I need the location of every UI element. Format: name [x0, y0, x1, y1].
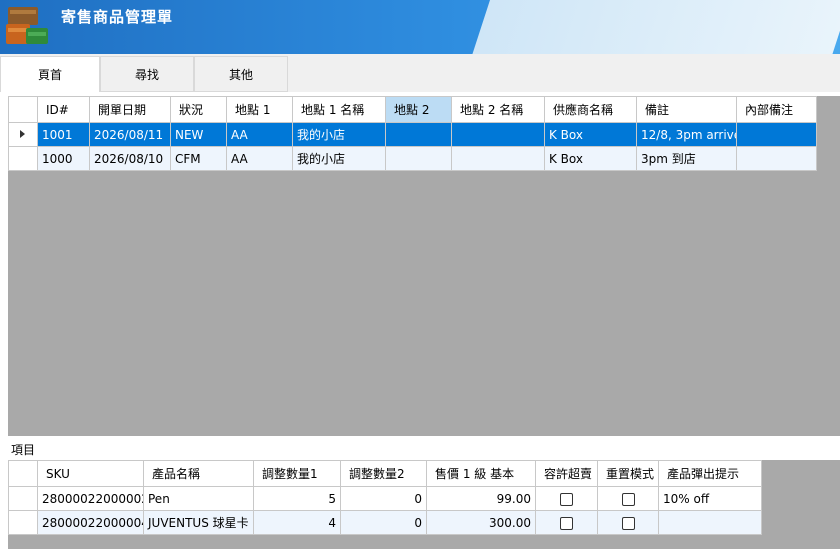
cell-date[interactable]: 2026/08/10	[89, 146, 171, 171]
cell-product-name[interactable]: JUVENTUS 球星卡	[143, 510, 254, 535]
cell-internal-note[interactable]	[736, 146, 817, 171]
column-header[interactable]: 開單日期	[89, 96, 171, 123]
cell-note[interactable]: 12/8, 3pm arrive	[636, 122, 737, 147]
row-header[interactable]	[8, 486, 38, 511]
column-header[interactable]: 地點 2 名稱	[451, 96, 545, 123]
cell-loc1[interactable]: AA	[226, 122, 293, 147]
cell-sku[interactable]: 28000022000004	[37, 510, 144, 535]
cell-date[interactable]: 2026/08/11	[89, 122, 171, 147]
items-grid[interactable]: SKU 產品名稱 調整數量1 調整數量2 售價 1 級 基本 容許超賣 重置模式…	[8, 460, 840, 549]
cell-popup-hint[interactable]	[658, 510, 762, 535]
cell-loc2[interactable]	[385, 122, 452, 147]
cell-sku[interactable]: 28000022000002	[37, 486, 144, 511]
column-header[interactable]: 供應商名稱	[544, 96, 637, 123]
app-icon	[6, 7, 48, 44]
cell-product-name[interactable]: Pen	[143, 486, 254, 511]
cell-qty2[interactable]: 0	[340, 510, 427, 535]
cell-loc2-name[interactable]	[451, 122, 545, 147]
cell-allow-oversell[interactable]	[535, 510, 598, 535]
cell-note[interactable]: 3pm 到店	[636, 146, 737, 171]
column-header[interactable]: 重置模式	[597, 460, 659, 487]
tab-other[interactable]: 其他	[194, 56, 288, 92]
app-title: 寄售商品管理單	[61, 8, 174, 26]
title-bar-decoration	[472, 0, 840, 54]
cell-status[interactable]: CFM	[170, 146, 227, 171]
reset-mode-checkbox[interactable]	[621, 492, 635, 506]
table-row[interactable]: 28000022000004 JUVENTUS 球星卡 4 0 300.00	[8, 510, 762, 535]
row-header-corner	[8, 96, 38, 123]
header-grid-columns: ID# 開單日期 狀況 地點 1 地點 1 名稱 地點 2 地點 2 名稱 供應…	[8, 96, 817, 123]
items-section-label: 項目	[11, 443, 36, 457]
column-header[interactable]: 調整數量1	[253, 460, 341, 487]
cell-supplier[interactable]: K Box	[544, 146, 637, 171]
allow-oversell-checkbox[interactable]	[560, 492, 573, 506]
row-header[interactable]	[8, 146, 38, 171]
cell-allow-oversell[interactable]	[535, 486, 598, 511]
column-header[interactable]: 內部備注	[736, 96, 817, 123]
cell-qty1[interactable]: 4	[253, 510, 341, 535]
row-pointer-icon	[20, 129, 25, 138]
cell-internal-note[interactable]	[736, 122, 817, 147]
table-row[interactable]: 1001 2026/08/11 NEW AA 我的小店 K Box 12/8, …	[8, 122, 817, 147]
cell-reset-mode[interactable]	[597, 486, 659, 511]
column-header[interactable]: 產品名稱	[143, 460, 254, 487]
row-header-corner	[8, 460, 38, 487]
column-header[interactable]: 地點 1	[226, 96, 293, 123]
column-header[interactable]: 容許超賣	[535, 460, 598, 487]
items-grid-columns: SKU 產品名稱 調整數量1 調整數量2 售價 1 級 基本 容許超賣 重置模式…	[8, 460, 762, 487]
cell-loc2[interactable]	[385, 146, 452, 171]
column-header[interactable]: 產品彈出提示	[658, 460, 762, 487]
cell-loc1[interactable]: AA	[226, 146, 293, 171]
cell-supplier[interactable]: K Box	[544, 122, 637, 147]
cell-id[interactable]: 1000	[37, 146, 90, 171]
cell-reset-mode[interactable]	[597, 510, 659, 535]
cell-qty1[interactable]: 5	[253, 486, 341, 511]
cell-qty2[interactable]: 0	[340, 486, 427, 511]
tab-strip: 頁首 尋找 其他	[0, 54, 840, 96]
cell-popup-hint[interactable]: 10% off	[658, 486, 762, 511]
table-row[interactable]: 28000022000002 Pen 5 0 99.00 10% off	[8, 486, 762, 511]
cell-loc1-name[interactable]: 我的小店	[292, 146, 386, 171]
cell-loc2-name[interactable]	[451, 146, 545, 171]
cell-price[interactable]: 300.00	[426, 510, 536, 535]
allow-oversell-checkbox[interactable]	[560, 516, 573, 530]
cell-status[interactable]: NEW	[170, 122, 227, 147]
row-header[interactable]	[8, 510, 38, 535]
reset-mode-checkbox[interactable]	[621, 516, 635, 530]
cell-loc1-name[interactable]: 我的小店	[292, 122, 386, 147]
column-header[interactable]: 售價 1 級 基本	[426, 460, 536, 487]
column-header[interactable]: 狀況	[170, 96, 227, 123]
column-header[interactable]: 備註	[636, 96, 737, 123]
column-header[interactable]: ID#	[37, 96, 90, 123]
title-bar: 寄售商品管理單	[0, 0, 840, 54]
tab-header[interactable]: 頁首	[0, 56, 100, 96]
table-row[interactable]: 1000 2026/08/10 CFM AA 我的小店 K Box 3pm 到店	[8, 146, 817, 171]
cell-id[interactable]: 1001	[37, 122, 90, 147]
current-row-indicator[interactable]	[8, 122, 38, 147]
column-header[interactable]: SKU	[37, 460, 144, 487]
column-header[interactable]: 調整數量2	[340, 460, 427, 487]
cell-price[interactable]: 99.00	[426, 486, 536, 511]
tab-search[interactable]: 尋找	[100, 56, 194, 92]
header-grid[interactable]: ID# 開單日期 狀況 地點 1 地點 1 名稱 地點 2 地點 2 名稱 供應…	[8, 96, 840, 436]
column-header[interactable]: 地點 1 名稱	[292, 96, 386, 123]
column-header[interactable]: 地點 2	[385, 96, 452, 123]
